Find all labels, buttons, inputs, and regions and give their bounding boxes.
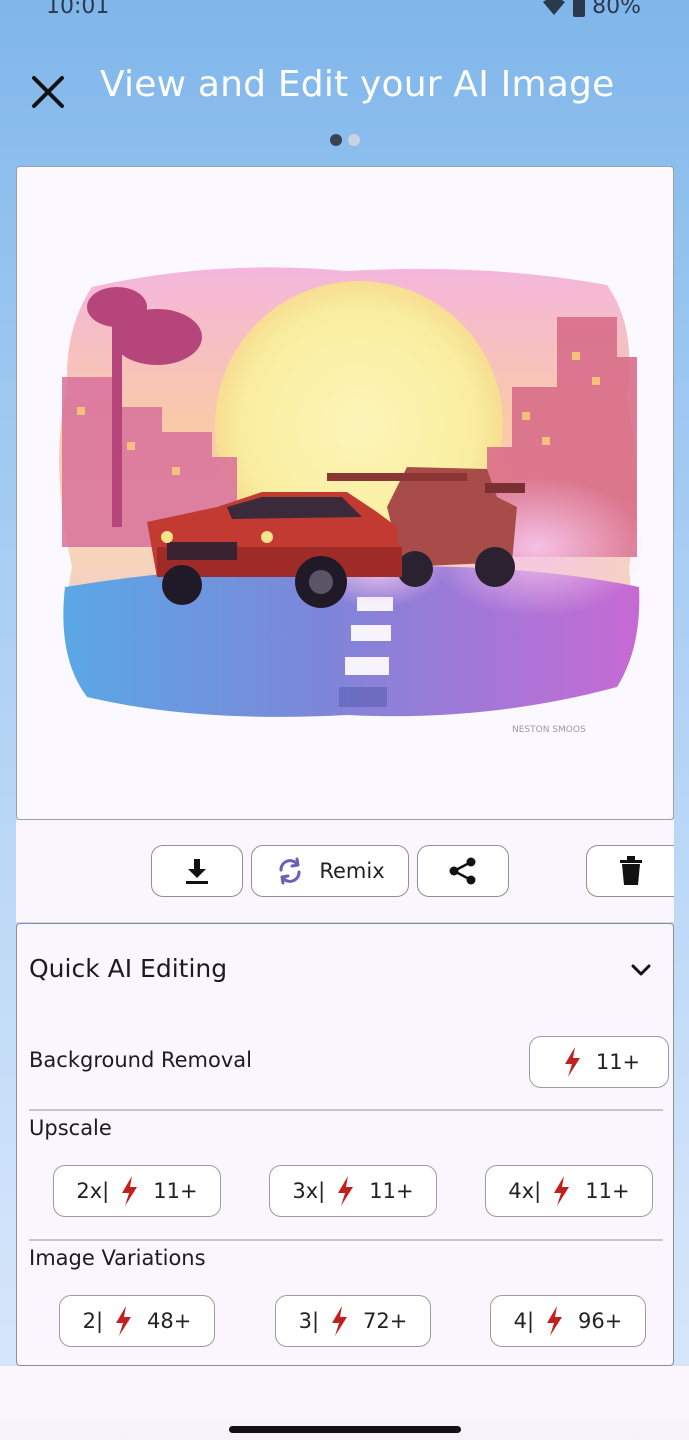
- variations-3-button[interactable]: 3| 72+: [275, 1295, 431, 1347]
- quick-ai-editing-panel: Quick AI Editing Background Removal 11+ …: [16, 923, 674, 1366]
- bolt-icon: [551, 1176, 571, 1206]
- header: View and Edit your AI Image: [0, 60, 689, 120]
- trash-icon: [619, 856, 642, 885]
- remix-label: Remix: [319, 859, 385, 883]
- upscale-2x-prefix: 2x|: [76, 1179, 110, 1203]
- close-button[interactable]: [24, 68, 72, 116]
- action-bar: Remix: [16, 820, 674, 922]
- pager-dot-1[interactable]: [329, 134, 342, 146]
- variations-4-cost: 96+: [578, 1309, 623, 1333]
- pager-dots: [0, 134, 689, 146]
- bolt-icon: [335, 1176, 355, 1206]
- upscale-label: Upscale: [29, 1116, 112, 1140]
- upscale-4x-prefix: 4x|: [508, 1179, 542, 1203]
- status-time: 10:01: [46, 0, 110, 19]
- share-button[interactable]: [417, 845, 509, 897]
- upscale-2x-button[interactable]: 2x| 11+: [53, 1165, 221, 1217]
- ai-image-card[interactable]: NESTON SMOOS: [16, 166, 674, 820]
- pager-dot-2[interactable]: [347, 134, 360, 146]
- page-title: View and Edit your AI Image: [100, 64, 615, 105]
- battery-percent: 80%: [592, 0, 641, 19]
- bolt-icon: [113, 1306, 133, 1336]
- remix-icon: [279, 857, 301, 885]
- bolt-icon: [544, 1306, 564, 1336]
- divider: [29, 1109, 663, 1111]
- close-icon: [32, 76, 64, 108]
- delete-button[interactable]: [586, 845, 674, 897]
- share-icon: [449, 857, 476, 885]
- image-variations-label: Image Variations: [29, 1246, 206, 1270]
- ai-image: NESTON SMOOS: [17, 167, 673, 819]
- variations-3-prefix: 3|: [298, 1309, 320, 1333]
- variations-4-prefix: 4|: [513, 1309, 535, 1333]
- upscale-3x-button[interactable]: 3x| 11+: [269, 1165, 437, 1217]
- background-removal-label: Background Removal: [29, 1048, 252, 1072]
- upscale-3x-cost: 11+: [369, 1179, 414, 1203]
- upscale-3x-prefix: 3x|: [292, 1179, 326, 1203]
- bolt-icon: [329, 1306, 349, 1336]
- background-removal-button[interactable]: 11+: [529, 1036, 669, 1088]
- status-icons: 80%: [542, 0, 641, 19]
- variations-2-prefix: 2|: [82, 1309, 104, 1333]
- bolt-icon: [119, 1176, 139, 1206]
- image-watermark: NESTON SMOOS: [512, 725, 586, 735]
- chevron-down-icon[interactable]: [627, 956, 655, 984]
- download-button[interactable]: [151, 845, 243, 897]
- home-indicator[interactable]: [229, 1426, 461, 1433]
- upscale-4x-cost: 11+: [585, 1179, 630, 1203]
- variations-4-button[interactable]: 4| 96+: [490, 1295, 646, 1347]
- wifi-icon: [542, 0, 566, 17]
- variations-2-button[interactable]: 2| 48+: [59, 1295, 215, 1347]
- upscale-2x-cost: 11+: [153, 1179, 198, 1203]
- divider: [29, 1239, 663, 1241]
- variations-3-cost: 72+: [363, 1309, 408, 1333]
- remix-button[interactable]: Remix: [251, 845, 409, 897]
- background-removal-cost: 11+: [595, 1050, 641, 1074]
- upscale-4x-button[interactable]: 4x| 11+: [485, 1165, 653, 1217]
- download-icon: [186, 859, 208, 884]
- bolt-icon: [562, 1047, 582, 1077]
- quick-ai-editing-title: Quick AI Editing: [29, 954, 228, 983]
- battery-icon: [572, 0, 586, 18]
- status-bar: 10:01 80%: [0, 0, 689, 26]
- variations-2-cost: 48+: [147, 1309, 192, 1333]
